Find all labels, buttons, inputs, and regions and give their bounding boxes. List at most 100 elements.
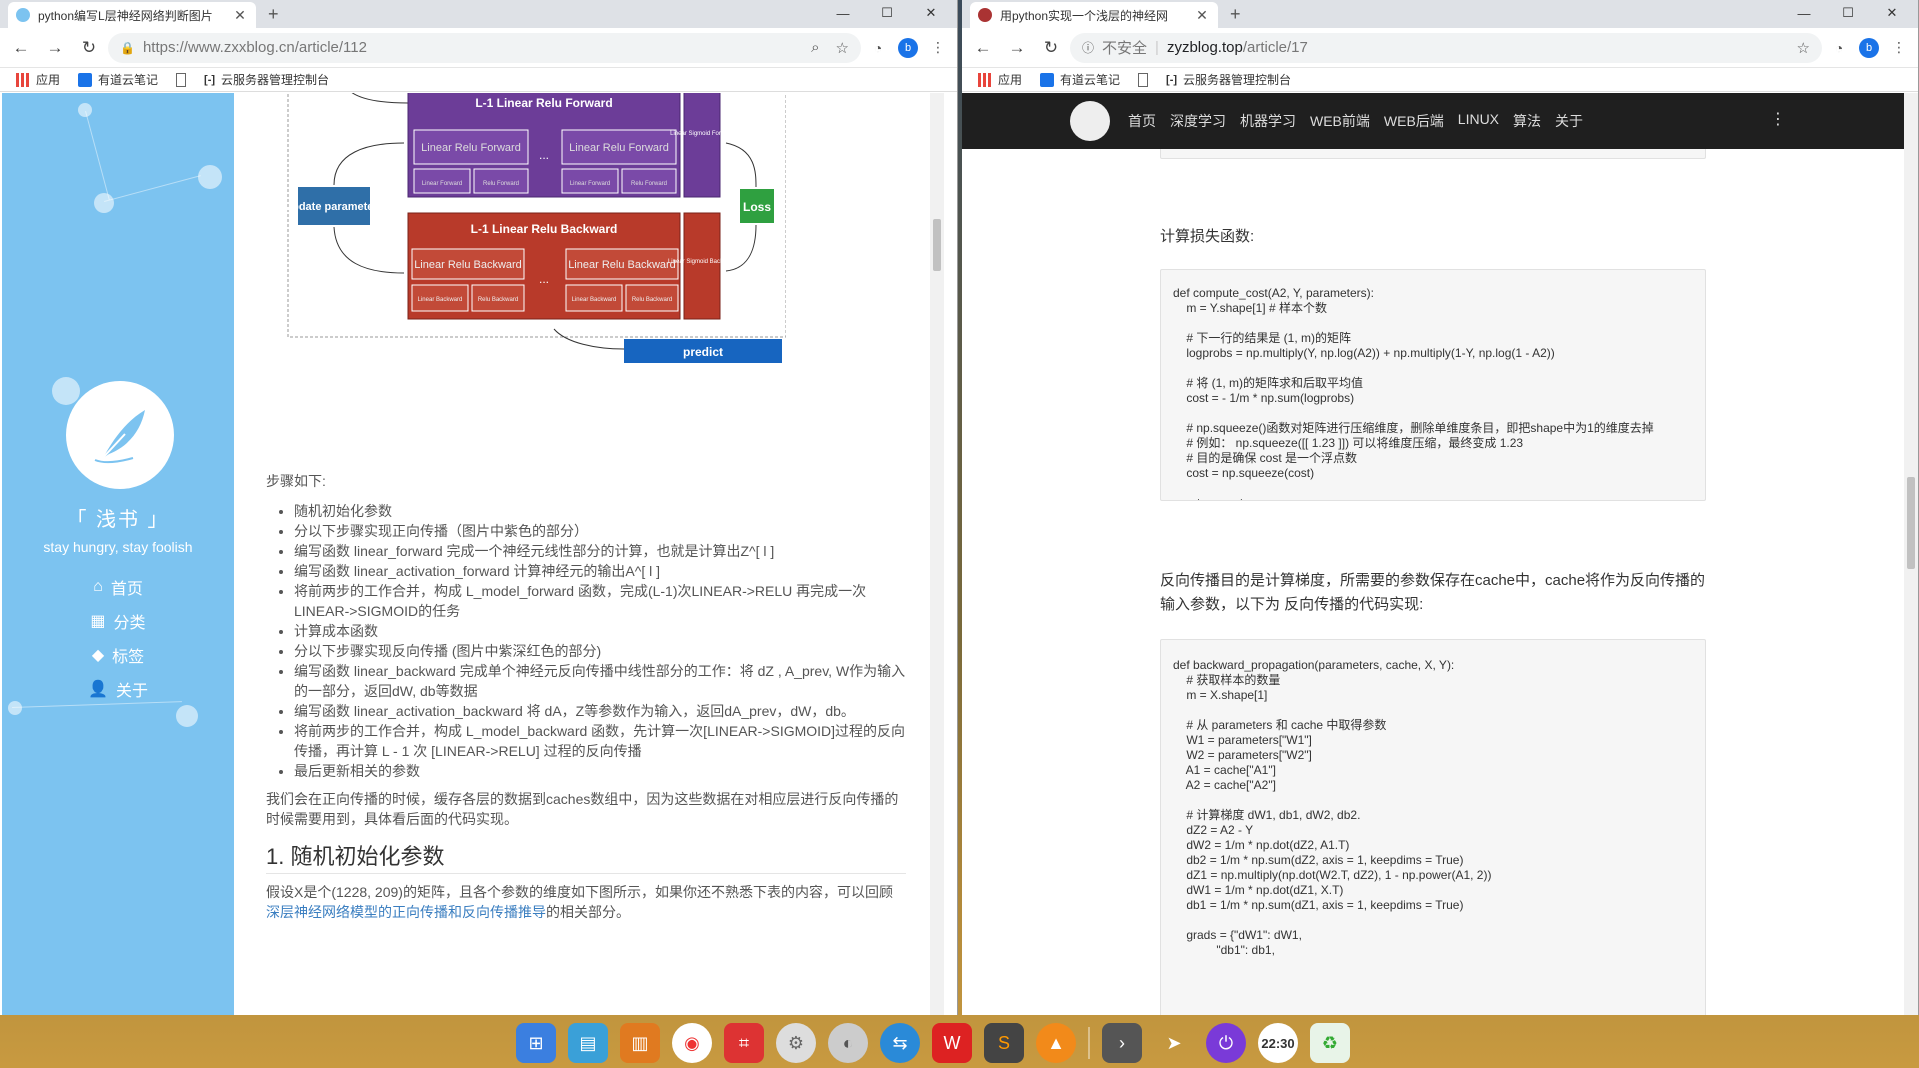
- url-text: https://www.zxxblog.cn/article/112: [142, 39, 367, 56]
- page-icon: [1138, 72, 1149, 87]
- nav-item[interactable]: 关于: [1555, 111, 1583, 131]
- nav-item[interactable]: 算法: [1513, 111, 1541, 131]
- scrollbar[interactable]: [930, 93, 944, 1015]
- new-tab-icon[interactable]: +: [1230, 4, 1241, 25]
- maximize-icon[interactable]: ☐: [865, 2, 909, 24]
- close-icon[interactable]: ✕: [1870, 2, 1914, 24]
- screenshot-icon[interactable]: ⌗: [724, 1023, 764, 1063]
- scrollbar[interactable]: [1904, 93, 1918, 1015]
- back-icon[interactable]: ←: [6, 33, 36, 63]
- sidebar-item-tags[interactable]: ◆ 标签: [2, 643, 234, 667]
- predict-label: predict: [683, 345, 723, 359]
- bookmark-youdao[interactable]: 有道云笔记: [78, 71, 158, 88]
- address-bar[interactable]: 🔒 https://www.zxxblog.cn/article/112 ⌕ ☆: [108, 32, 861, 63]
- nav-menu: 首页 深度学习 机器学习 WEB前端 WEB后端 LINUX 算法 关于: [1128, 111, 1583, 131]
- minimize-icon[interactable]: —: [1782, 2, 1826, 24]
- article-body: L-1 Linear Relu Forward Linear Relu Forw…: [234, 93, 944, 1015]
- launcher-icon[interactable]: ⊞: [516, 1023, 556, 1063]
- scrollbar-thumb[interactable]: [1907, 477, 1915, 569]
- remote-desktop-icon[interactable]: ⇆: [880, 1023, 920, 1063]
- maximize-icon[interactable]: ☐: [1826, 2, 1870, 24]
- close-tab-icon[interactable]: ✕: [232, 7, 248, 24]
- nav-item[interactable]: WEB后端: [1384, 111, 1444, 131]
- new-tab-icon[interactable]: +: [268, 4, 279, 25]
- arrow: [333, 142, 405, 186]
- sidebar-item-about[interactable]: 👤 关于: [2, 677, 234, 701]
- decor-dot: [176, 705, 198, 727]
- nav-item[interactable]: 深度学习: [1170, 111, 1226, 131]
- chrome-icon[interactable]: ◉: [672, 1023, 712, 1063]
- sidebar-item-home[interactable]: ⌂ 首页: [2, 575, 234, 599]
- browser-toolbar: ← → ↻ ⓘ 不安全 | zyzblog.top/article/17 ☆ ◔…: [962, 28, 1918, 68]
- bookmark-cloud-console[interactable]: [-] 云服务器管理控制台: [1166, 71, 1291, 88]
- update-label: Update parameters: [286, 201, 384, 213]
- bookmark-apps[interactable]: 应用: [978, 71, 1022, 88]
- blog-brand[interactable]: 「 浅书 」: [2, 503, 234, 532]
- nav-item[interactable]: LINUX: [1458, 111, 1499, 131]
- bookmarks-bar: 应用 有道云笔记 [-] 云服务器管理控制台: [962, 68, 1918, 92]
- bookmark-apps[interactable]: 应用: [16, 71, 60, 88]
- scrollbar-thumb[interactable]: [933, 219, 941, 271]
- forward-box-label: Linear Relu Forward: [569, 142, 669, 154]
- nav-item[interactable]: 机器学习: [1240, 111, 1296, 131]
- loss-label: Loss: [743, 200, 771, 214]
- trash-icon[interactable]: ♻: [1310, 1023, 1350, 1063]
- backward-box-label: Linear Relu Backward: [568, 259, 676, 271]
- nav-item[interactable]: WEB前端: [1310, 111, 1370, 131]
- menu-kebab-icon[interactable]: ⋮: [1886, 35, 1912, 61]
- profile-button[interactable]: b: [895, 35, 921, 61]
- sublime-icon[interactable]: S: [984, 1023, 1024, 1063]
- dots: ...: [539, 272, 549, 286]
- terminal-icon[interactable]: ›: [1102, 1023, 1142, 1063]
- forward-icon[interactable]: →: [40, 33, 70, 63]
- reload-icon[interactable]: ↻: [1036, 33, 1066, 63]
- address-bar[interactable]: ⓘ 不安全 | zyzblog.top/article/17 ☆: [1070, 32, 1822, 63]
- backward-sub-label: Relu Backward: [632, 297, 672, 303]
- reload-icon[interactable]: ↻: [74, 33, 104, 63]
- steps-list: 随机初始化参数 分以下步骤实现正向传播（图片中紫色的部分） 编写函数 linea…: [294, 501, 906, 781]
- site-avatar[interactable]: [1070, 101, 1110, 141]
- browser-tab[interactable]: 用python实现一个浅层的神经网 ✕: [970, 2, 1218, 28]
- menu-kebab-icon[interactable]: ⋮: [925, 35, 951, 61]
- vlc-icon[interactable]: ▲: [1036, 1023, 1076, 1063]
- bookmark-cloud-console[interactable]: [-] 云服务器管理控制台: [204, 71, 329, 88]
- bookmark-page[interactable]: [176, 72, 187, 87]
- bookmark-page[interactable]: [1138, 72, 1149, 87]
- power-icon[interactable]: ⏻: [1206, 1023, 1246, 1063]
- sidebar-item-categories[interactable]: ▦ 分类: [2, 609, 234, 633]
- list-item: 分以下步骤实现反向传播 (图片中紫深红色的部分): [294, 641, 906, 661]
- close-icon[interactable]: ✕: [909, 2, 953, 24]
- browser-tab[interactable]: python编写L层神经网络判断图片 ✕: [8, 2, 256, 28]
- blog-logo[interactable]: [66, 381, 174, 489]
- profile-button[interactable]: b: [1856, 35, 1882, 61]
- derivation-link[interactable]: 深层神经网络模型的正向传播和反向传播推导: [266, 904, 546, 920]
- decor-line: [85, 111, 110, 201]
- article-body: cache = {"Z1": Z1, "A1": A1, "Z2": Z2, "…: [962, 93, 1904, 1015]
- forward-icon[interactable]: →: [1002, 33, 1032, 63]
- list-item: 编写函数 linear_backward 完成单个神经元反向传播中线性部分的工作…: [294, 661, 906, 701]
- settings-icon[interactable]: ⚙: [776, 1023, 816, 1063]
- close-tab-icon[interactable]: ✕: [1194, 7, 1210, 24]
- clock-icon[interactable]: 22:30: [1258, 1023, 1298, 1063]
- wps-icon[interactable]: W: [932, 1023, 972, 1063]
- decor-dot: [52, 377, 80, 405]
- bookmark-star-icon[interactable]: ☆: [1797, 39, 1810, 57]
- lock-icon: 🔒: [120, 40, 135, 55]
- image-viewer-icon[interactable]: ◐: [828, 1023, 868, 1063]
- page-content: 「 浅书 」 stay hungry, stay foolish ⌂ 首页 ▦ 分类…: [0, 93, 957, 1015]
- minimize-icon[interactable]: —: [821, 2, 865, 24]
- archive-icon[interactable]: ▥: [620, 1023, 660, 1063]
- page-content: cache = {"Z1": Z1, "A1": A1, "Z2": Z2, "…: [962, 93, 1918, 1015]
- zoom-icon[interactable]: ⌕: [811, 39, 819, 57]
- extension-icon[interactable]: ◔: [865, 35, 891, 61]
- bookmark-youdao[interactable]: 有道云笔记: [1040, 71, 1120, 88]
- bookmark-star-icon[interactable]: ☆: [836, 39, 849, 57]
- nav-item[interactable]: 首页: [1128, 111, 1156, 131]
- sigmoid-backward-block: [683, 212, 721, 320]
- file-manager-icon[interactable]: ▤: [568, 1023, 608, 1063]
- back-icon[interactable]: ←: [968, 33, 998, 63]
- telegram-icon[interactable]: ➤: [1154, 1023, 1194, 1063]
- extension-icon[interactable]: ◔: [1826, 35, 1852, 61]
- more-vert-icon[interactable]: ⋮: [1770, 109, 1786, 129]
- decor-dot: [8, 701, 22, 715]
